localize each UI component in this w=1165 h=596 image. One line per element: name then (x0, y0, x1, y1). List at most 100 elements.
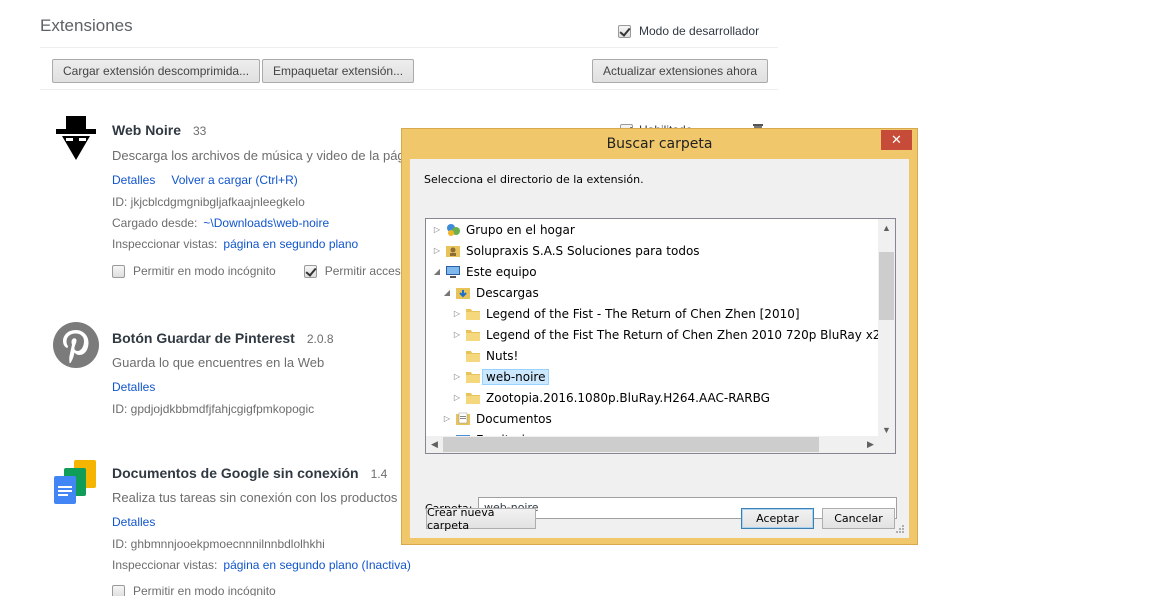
tree-item-user[interactable]: ▷ Solupraxis S.A.S Soluciones para todos (432, 240, 700, 261)
computer-icon (446, 265, 460, 278)
extension-name: Documentos de Google sin conexión 1.4 (112, 465, 388, 481)
scroll-left-icon[interactable]: ◀ (426, 436, 443, 453)
tree-item-folder-selected[interactable]: ▷ web-noire (452, 366, 550, 387)
folder-icon (466, 329, 480, 341)
tree-horizontal-scrollbar[interactable]: ◀ ▶ (426, 436, 895, 453)
folder-icon (466, 350, 480, 362)
tree-item-downloads[interactable]: ◢ Descargas (442, 282, 539, 303)
tree-item-this-pc[interactable]: ◢ Este equipo (432, 261, 537, 282)
extension-version: 2.0.8 (306, 332, 334, 346)
extension-permissions: Permitir en modo incógnito (112, 584, 276, 596)
new-folder-button[interactable]: Crear nueva carpeta (426, 506, 536, 532)
close-button[interactable]: ✕ (881, 130, 912, 150)
extension-version: 1.4 (370, 467, 388, 481)
extension-links: Detalles (112, 515, 155, 529)
expand-arrow-icon[interactable]: ▷ (452, 309, 462, 318)
extension-id: ID: gpdjojdkbbmdfjfahjcgigfpmkopogic (112, 402, 315, 416)
load-unpacked-button[interactable]: Cargar extensión descomprimida... (52, 59, 261, 83)
expand-arrow-icon[interactable]: ▷ (452, 372, 462, 381)
dialog-titlebar[interactable]: Buscar carpeta ✕ (402, 129, 917, 159)
pinterest-icon (53, 322, 99, 368)
web-noire-icon (56, 116, 96, 160)
extension-name: Web Noire 33 (112, 122, 207, 138)
dev-mode-toggle[interactable]: Modo de desarrollador (618, 24, 759, 38)
tree-item-label: Zootopia.2016.1080p.BluRay.H264.AAC-RARB… (486, 390, 770, 405)
extension-links: Detalles Volver a cargar (Ctrl+R) (112, 173, 298, 187)
tree-item-label: web-noire (482, 368, 550, 385)
tree-item-label: Legend of the Fist - The Return of Chen … (486, 306, 800, 321)
extension-id: ID: ghbmnnjooekpmoecnnnilnnbdlolhkhi (112, 537, 325, 551)
resize-grip-icon[interactable] (895, 524, 905, 534)
cancel-button[interactable]: Cancelar (822, 508, 895, 529)
collapse-arrow-icon[interactable]: ◢ (442, 288, 452, 297)
incognito-checkbox[interactable] (112, 264, 125, 278)
folder-icon (466, 371, 480, 383)
tree-item-folder[interactable]: ▷ Zootopia.2016.1080p.BluRay.H264.AAC-RA… (452, 387, 770, 408)
expand-arrow-icon[interactable]: ▷ (442, 414, 452, 423)
folder-icon (466, 308, 480, 320)
incognito-label: Permitir en modo incógnito (133, 264, 276, 278)
tree-item-label: Grupo en el hogar (466, 222, 575, 237)
collapse-arrow-icon[interactable]: ◢ (432, 267, 442, 276)
documents-folder-icon (456, 412, 470, 425)
tree-item-label: Documentos (476, 411, 552, 426)
user-folder-icon (446, 245, 460, 257)
toolbar-divider (40, 89, 778, 90)
tree-item-label: Legend of the Fist The Return of Chen Zh… (486, 327, 895, 342)
details-link[interactable]: Detalles (112, 173, 155, 187)
background-page-link[interactable]: página en segundo plano (Inactiva) (223, 558, 410, 572)
extension-name: Botón Guardar de Pinterest 2.0.8 (112, 330, 334, 346)
dialog-title: Buscar carpeta (606, 136, 713, 152)
scroll-up-icon[interactable]: ▲ (878, 219, 895, 236)
tree-item-homegroup[interactable]: ▷ Grupo en el hogar (432, 219, 575, 240)
incognito-checkbox[interactable] (112, 584, 125, 596)
expand-arrow-icon[interactable]: ▷ (432, 225, 442, 234)
scroll-thumb[interactable] (879, 252, 894, 320)
pack-extension-button[interactable]: Empaquetar extensión... (262, 59, 415, 83)
folder-tree[interactable]: ▷ Grupo en el hogar ▷ Solupraxis S.A.S S… (425, 218, 896, 454)
tree-item-label: Nuts! (486, 348, 519, 363)
loaded-from-link[interactable]: ~\Downloads\web-noire (203, 216, 329, 230)
incognito-label: Permitir en modo incógnito (133, 584, 276, 596)
page-title: Extensiones (40, 16, 133, 35)
expand-arrow-icon[interactable]: ▷ (432, 246, 442, 255)
extension-links: Detalles (112, 380, 155, 394)
extension-inspect-views: Inspeccionar vistas: página en segundo pl… (112, 558, 411, 572)
tree-item-documents[interactable]: ▷ Documentos (442, 408, 552, 429)
scroll-right-icon[interactable]: ▶ (862, 436, 879, 453)
tree-item-folder[interactable]: ▷ Legend of the Fist The Return of Chen … (452, 324, 895, 345)
tree-item-folder[interactable]: Nuts! (452, 345, 518, 366)
header-divider (40, 47, 778, 48)
extension-loaded-from: Cargado desde: ~\Downloads\web-noire (112, 216, 330, 230)
tree-item-folder[interactable]: ▷ Legend of the Fist - The Return of Che… (452, 303, 800, 324)
browse-folder-dialog: Buscar carpeta ✕ Selecciona el directori… (401, 128, 918, 545)
reload-link[interactable]: Volver a cargar (Ctrl+R) (171, 173, 297, 187)
background-page-link[interactable]: página en segundo plano (223, 237, 358, 251)
dev-mode-checkbox[interactable] (618, 24, 631, 38)
google-docs-offline-icon (54, 460, 96, 504)
dialog-body: Selecciona el directorio de la extensión… (410, 159, 909, 538)
tree-item-label: Descargas (476, 285, 539, 300)
folder-icon (466, 392, 480, 404)
scroll-thumb[interactable] (443, 437, 819, 452)
extension-inspect-views: Inspeccionar vistas: página en segundo pl… (112, 237, 359, 251)
accept-button[interactable]: Aceptar (741, 508, 814, 529)
details-link[interactable]: Detalles (112, 380, 155, 394)
close-icon: ✕ (891, 132, 902, 147)
tree-vertical-scrollbar[interactable]: ▲ ▼ (878, 219, 895, 438)
extension-permissions: Permitir en modo incógnito Permitir acce… (112, 264, 417, 278)
scroll-corner (878, 436, 895, 453)
expand-arrow-icon[interactable]: ▷ (452, 330, 462, 339)
details-link[interactable]: Detalles (112, 515, 155, 529)
dev-mode-label: Modo de desarrollador (639, 24, 760, 38)
extension-description: Descarga los archivos de música y video … (112, 148, 408, 163)
homegroup-icon (447, 223, 460, 236)
file-access-checkbox[interactable] (303, 264, 317, 278)
tree-item-label: Este equipo (466, 264, 537, 279)
expand-arrow-icon[interactable]: ▷ (452, 393, 462, 402)
extension-description: Guarda lo que encuentres en la Web (112, 355, 325, 370)
update-extensions-button[interactable]: Actualizar extensiones ahora (592, 59, 769, 83)
downloads-folder-icon (456, 287, 470, 299)
tree-item-label: Solupraxis S.A.S Soluciones para todos (466, 243, 700, 258)
extension-id: ID: jkjcblcdgmgnibgljafkaajnleegkelo (112, 195, 305, 209)
